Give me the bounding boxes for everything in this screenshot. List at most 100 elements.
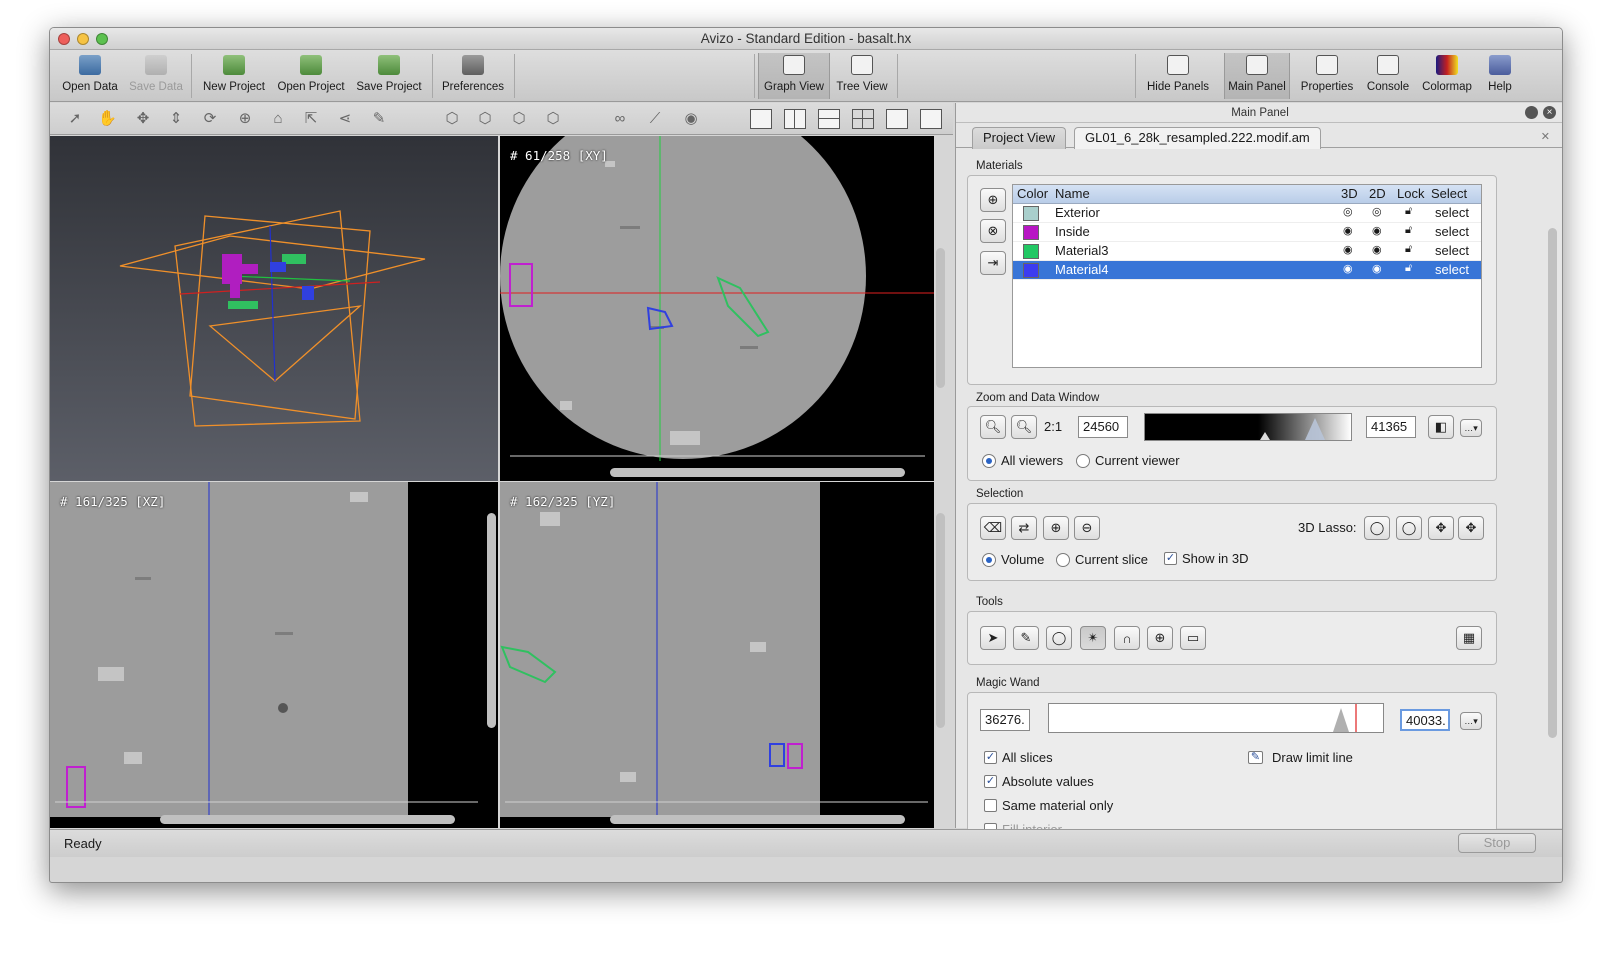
add-material-button[interactable]: ⊕ [980,188,1006,212]
draw-limit-line-checkbox[interactable]: ✎ Draw limit line [1248,750,1353,765]
material-color-swatch[interactable] [1023,263,1039,278]
save-project-button[interactable]: Save Project [353,53,425,99]
select-link[interactable]: select [1435,243,1469,258]
dolly-icon[interactable]: ⇕ [167,110,185,128]
invert-selection-button[interactable]: ⇄ [1011,516,1037,540]
show-in-3d-checkbox[interactable]: ✓ Show in 3D [1164,551,1248,566]
magic-wand-tool-button[interactable]: ✴ [1080,626,1106,650]
xz-vertical-scrollbar[interactable] [487,513,496,728]
wand-more-button[interactable]: …▾ [1460,712,1482,730]
snapshot-camera-icon[interactable]: ◉ [682,110,700,128]
rotate-icon[interactable]: ⟳ [201,110,219,128]
viewer-xy[interactable]: # 61/258 [XY] [500,136,934,481]
measure-pin-icon[interactable]: ✎ [370,110,388,128]
console-button[interactable]: Console [1360,53,1416,99]
toggle-2d-eye-icon[interactable]: ◎ [1372,205,1382,218]
layout-two-horizontal-icon[interactable] [818,109,840,129]
preferences-button[interactable]: Preferences [438,53,508,99]
pick-tool-button[interactable]: ➤ [980,626,1006,650]
yz-vertical-scrollbar[interactable] [936,513,945,728]
lasso-add-button[interactable]: ◯ [1364,516,1390,540]
lasso-subtract-button[interactable]: ◯ [1396,516,1422,540]
view-z-icon[interactable]: ⬡ [510,110,528,128]
fullscreen-icon[interactable] [886,109,908,129]
material-row-material4[interactable]: Material4 ◉ ◉ 🔓︎ select [1013,261,1481,280]
propagating-contour-tool-button[interactable]: ∩ [1114,626,1140,650]
toggle-3d-eye-icon[interactable]: ◉ [1343,224,1353,237]
toggle-2d-eye-icon[interactable]: ◉ [1372,224,1382,237]
open-data-button[interactable]: Open Data [60,53,120,99]
zoom-window-button[interactable] [96,33,108,45]
zoom-in-button[interactable]: 🔍︎ [980,415,1006,439]
lock-icon[interactable]: 🔓︎ [1405,262,1412,275]
wand-low-field[interactable]: 36276. [980,709,1030,731]
brush-tool-button[interactable]: ✎ [1013,626,1039,650]
stop-button[interactable]: Stop [1458,833,1536,853]
lasso-options-button[interactable]: ✥ [1458,516,1484,540]
viewer-xz[interactable]: # 161/325 [XZ] [50,482,498,828]
all-viewers-radio[interactable]: All viewers [982,453,1063,468]
tools-grid-button[interactable]: ▦ [1456,626,1482,650]
data-window-min-field[interactable]: 24560 [1078,416,1128,438]
new-project-button[interactable]: New Project [198,53,270,99]
tree-view-button[interactable]: Tree View [832,53,892,99]
material-row-exterior[interactable]: Exterior ◎ ◎ 🔓︎ select [1013,204,1481,223]
layout-four-icon[interactable] [852,109,874,129]
material-color-swatch[interactable] [1023,206,1039,221]
viewer-yz[interactable]: # 162/325 [YZ] [500,482,934,828]
xy-vertical-scrollbar[interactable] [936,248,945,388]
lock-icon[interactable]: 🔓︎ [1405,243,1412,256]
select-link[interactable]: select [1435,205,1469,220]
lock-icon[interactable]: 🔓︎ [1405,224,1412,237]
clear-selection-button[interactable]: ⌫ [980,516,1006,540]
material-color-swatch[interactable] [1023,225,1039,240]
help-button[interactable]: Help [1480,53,1520,99]
data-window-max-field[interactable]: 41365 [1366,416,1416,438]
graph-view-button[interactable]: Graph View [758,53,830,99]
add-to-material-button[interactable]: ⊕ [1043,516,1069,540]
tab-close-icon[interactable]: ✕ [1541,130,1550,143]
zoom-out-button[interactable]: 🔍︎ [1011,415,1037,439]
volume-radio[interactable]: Volume [982,552,1044,567]
subtract-from-material-button[interactable]: ⊖ [1074,516,1100,540]
data-window-histogram[interactable] [1144,413,1352,441]
toggle-3d-eye-icon[interactable]: ◎ [1343,205,1353,218]
material-row-inside[interactable]: Inside ◉ ◉ 🔓︎ select [1013,223,1481,242]
wand-high-field[interactable]: 40033. [1400,709,1450,731]
ruler-icon[interactable]: ⟋ [646,110,664,128]
toggle-2d-eye-icon[interactable]: ◉ [1372,243,1382,256]
remove-material-button[interactable]: ⊗ [980,219,1006,243]
view-iso-icon[interactable]: ⬡ [544,110,562,128]
tab-project-view[interactable]: Project View [972,127,1067,149]
material-color-swatch[interactable] [1023,244,1039,259]
close-window-button[interactable] [58,33,70,45]
material-row-material3[interactable]: Material3 ◉ ◉ 🔓︎ select [1013,242,1481,261]
colormap-options-button[interactable]: ◧ [1428,415,1454,439]
hand-icon[interactable]: ✋ [98,110,117,128]
current-viewer-radio[interactable]: Current viewer [1076,453,1180,468]
select-link[interactable]: select [1435,224,1469,239]
wand-histogram[interactable] [1048,703,1384,733]
assign-material-button[interactable]: ⇥ [980,251,1006,275]
layout-single-icon[interactable] [750,109,772,129]
panel-float-icon[interactable] [1525,106,1538,119]
all-slices-checkbox[interactable]: ✓ All slices [984,750,1053,765]
xy-horizontal-scrollbar[interactable] [610,468,905,477]
zoom-more-button[interactable]: …▾ [1460,419,1482,437]
tab-data-object[interactable]: GL01_6_28k_resampled.222.modif.am [1074,127,1321,149]
minimize-window-button[interactable] [77,33,89,45]
lasso-tool-button[interactable]: ◯ [1046,626,1072,650]
view-all-icon[interactable]: ⋖ [336,110,354,128]
open-project-button[interactable]: Open Project [274,53,348,99]
toggle-3d-eye-icon[interactable]: ◉ [1343,262,1353,275]
current-slice-radio[interactable]: Current slice [1056,552,1148,567]
panel-vertical-scrollbar[interactable] [1548,228,1557,738]
view-x-icon[interactable]: ⬡ [443,110,461,128]
save-data-button[interactable]: Save Data [126,53,186,99]
main-panel-button[interactable]: Main Panel [1224,53,1290,99]
same-material-only-checkbox[interactable]: Same material only [984,798,1113,813]
threshold-tool-button[interactable]: ▭ [1180,626,1206,650]
colormap-button[interactable]: Colormap [1416,53,1478,99]
viewer-3d[interactable] [50,136,498,481]
lasso-move-button[interactable]: ✥ [1428,516,1454,540]
